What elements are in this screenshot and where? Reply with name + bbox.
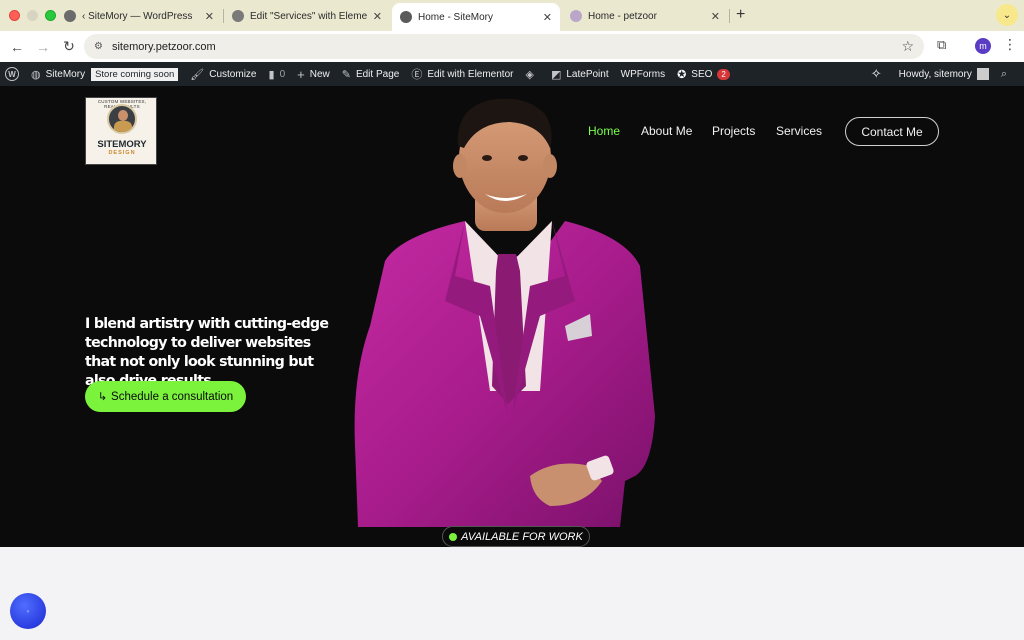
site-name-label: SiteMory <box>45 68 86 80</box>
site-settings-icon[interactable]: ⚙ <box>94 41 103 52</box>
tab-title: Home - SiteMory <box>418 11 494 23</box>
customize-label: Customize <box>209 68 257 80</box>
hero-tagline: I blend artistry with cutting-edge techn… <box>85 316 329 389</box>
more-menu-icon[interactable]: ⋮ <box>1003 36 1017 53</box>
minimize-window-button[interactable] <box>27 10 38 21</box>
browser-tab-bar: ‹ SiteMory — WordPress ✕ Edit "Services"… <box>0 0 1024 31</box>
wp-seo[interactable]: ✪ SEO 2 <box>671 62 736 86</box>
bookmark-star-icon[interactable]: ☆ <box>901 38 914 55</box>
return-arrow-icon: ↳ <box>97 391 108 403</box>
latepoint-label: LatePoint <box>566 68 609 80</box>
wp-edit-page[interactable]: ✎ Edit Page <box>336 62 406 86</box>
wp-site-name[interactable]: ◍ SiteMory Store coming soon <box>25 62 184 86</box>
available-label: AVAILABLE FOR WORK <box>461 530 583 543</box>
floating-action-button[interactable]: ◦ <box>10 593 46 629</box>
wp-search[interactable]: ⌕ <box>995 62 1018 86</box>
comment-bubble-icon: ▮ <box>268 68 275 81</box>
wp-latepoint[interactable]: ◩ LatePoint <box>545 62 615 86</box>
close-tab-icon[interactable]: ✕ <box>711 10 720 23</box>
close-tab-icon[interactable]: ✕ <box>543 11 552 24</box>
elementor-icon: Ⓔ <box>411 69 423 81</box>
reload-icon[interactable]: ↻ <box>56 38 82 55</box>
petzoor-favicon-icon <box>570 10 582 22</box>
contact-me-button[interactable]: Contact Me <box>845 117 939 146</box>
close-tab-icon[interactable]: ✕ <box>205 10 214 23</box>
tab-elementor[interactable]: Edit "Services" with Elemento ✕ <box>224 4 390 28</box>
nav-about[interactable]: About Me <box>641 124 692 138</box>
search-icon: ⌕ <box>1000 67 1007 80</box>
wpforms-label: WPForms <box>620 68 666 80</box>
main-navigation: Home About Me Projects Services Contact … <box>0 117 1024 147</box>
status-dot-icon <box>449 532 458 541</box>
wp-customize[interactable]: 🖌 Customize <box>184 62 262 86</box>
wp-edit-elementor[interactable]: Ⓔ Edit with Elementor <box>405 62 519 86</box>
seo-gear-icon: ✪ <box>677 68 687 81</box>
ai-sparkle-button[interactable]: ✧ <box>865 62 893 86</box>
close-tab-icon[interactable]: ✕ <box>373 10 382 23</box>
tab-home-sitemory[interactable]: Home - SiteMory ✕ <box>392 3 560 31</box>
extensions-puzzle-icon[interactable]: ⧉ <box>937 37 946 53</box>
nav-services[interactable]: Services <box>776 124 822 138</box>
wp-bar-right: ✧ Howdy, sitemory ⌕ <box>865 62 1018 86</box>
tab-wordpress[interactable]: ‹ SiteMory — WordPress ✕ <box>56 4 222 28</box>
cta-label: Schedule a consultation <box>111 390 234 403</box>
close-window-button[interactable] <box>9 10 20 21</box>
dashboard-icon: ◍ <box>31 68 41 81</box>
seo-notification-badge: 2 <box>717 68 730 80</box>
address-bar[interactable]: ⚙ sitemory.petzoor.com ☆ <box>84 34 924 59</box>
hero-portrait-image <box>354 98 655 527</box>
logo-subtitle: DESIGN <box>108 150 136 156</box>
avatar <box>976 68 989 80</box>
latepoint-icon: ◩ <box>550 68 562 81</box>
wp-admin-bar: W ◍ SiteMory Store coming soon 🖌 Customi… <box>0 62 1024 86</box>
wp-my-account[interactable]: Howdy, sitemory <box>893 62 995 86</box>
maximize-window-button[interactable] <box>45 10 56 21</box>
wp-wpforms[interactable]: WPForms <box>615 62 671 86</box>
seo-label: SEO <box>691 68 713 80</box>
nav-home[interactable]: Home <box>588 124 620 138</box>
plus-icon: + <box>297 66 305 82</box>
hero-section: CUSTOM WEBSITES, REAL RESULTS SITEMORY D… <box>0 86 1024 547</box>
globe-favicon-icon <box>232 10 244 22</box>
paintbrush-icon: 🖌 <box>190 68 205 81</box>
diamond-icon: ◈ <box>525 68 534 81</box>
howdy-label: Howdy, sitemory <box>898 68 972 80</box>
window-controls <box>0 10 56 21</box>
profile-avatar[interactable]: m <box>975 38 991 54</box>
edit-page-label: Edit Page <box>355 68 400 80</box>
tab-title: Edit "Services" with Elemento <box>250 10 367 22</box>
sparkle-icon: ✧ <box>870 66 882 81</box>
wp-comments[interactable]: ▮ 0 <box>263 62 292 86</box>
chevron-down-icon[interactable]: ⌄ <box>996 4 1018 26</box>
wp-diamond-menu[interactable]: ◈ <box>519 62 544 86</box>
back-arrow-icon[interactable]: ← <box>4 39 30 55</box>
tab-title: Home - petzoor <box>588 10 657 22</box>
wp-logo-menu[interactable]: W <box>0 62 25 86</box>
schedule-consultation-button[interactable]: ↳ Schedule a consultation <box>85 381 246 412</box>
comments-count: 0 <box>279 68 286 80</box>
wordpress-logo-icon: W <box>5 67 19 81</box>
nav-projects[interactable]: Projects <box>712 124 755 138</box>
tab-title: ‹ SiteMory — WordPress <box>82 10 193 22</box>
url-text: sitemory.petzoor.com <box>111 40 216 53</box>
available-for-work-badge: AVAILABLE FOR WORK <box>442 526 590 547</box>
chat-icon: ◦ <box>26 606 30 616</box>
forward-arrow-icon[interactable]: → <box>30 39 56 55</box>
new-label: New <box>309 68 330 80</box>
browser-toolbar: ← → ↻ ⚙ sitemory.petzoor.com ☆ <box>0 31 1024 62</box>
sitemory-favicon-icon <box>400 11 412 23</box>
new-tab-button[interactable]: + <box>736 6 745 24</box>
wordpress-favicon-icon <box>64 10 76 22</box>
pencil-icon: ✎ <box>341 68 351 81</box>
tab-home-petzoor[interactable]: Home - petzoor ✕ <box>562 4 728 28</box>
store-coming-soon-badge[interactable]: Store coming soon <box>91 67 179 81</box>
edit-elementor-label: Edit with Elementor <box>427 68 514 80</box>
wp-new[interactable]: + New <box>291 62 336 86</box>
